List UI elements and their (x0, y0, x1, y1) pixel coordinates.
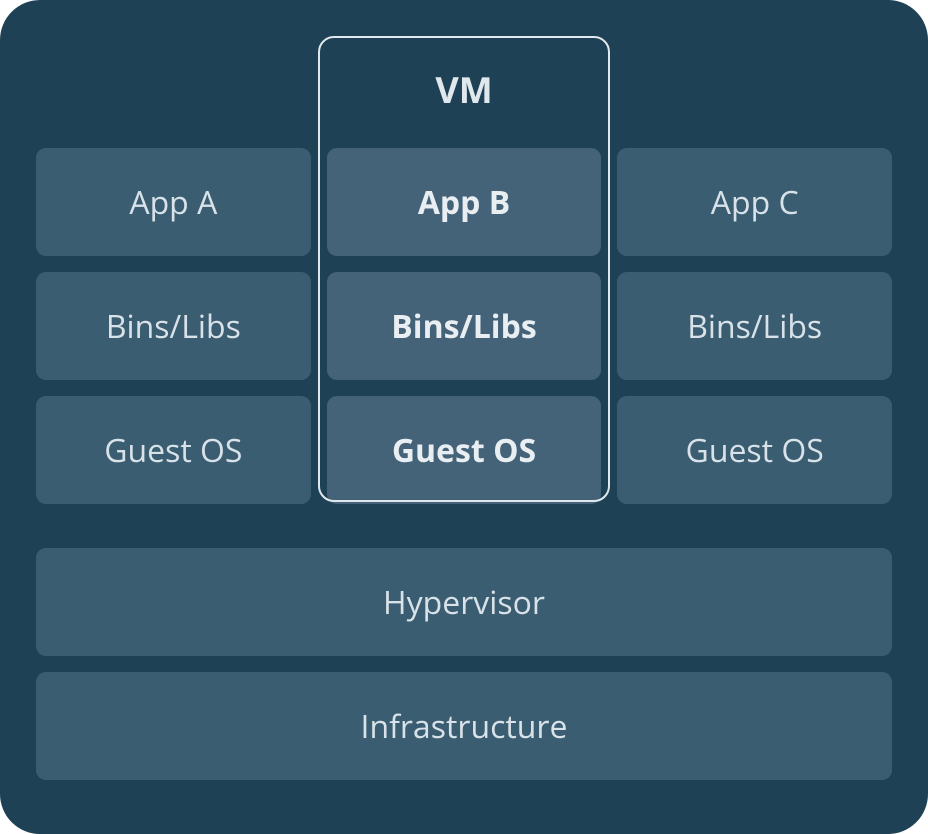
os-a-cell: Guest OS (36, 396, 311, 504)
vm-architecture-diagram: VM App A App B App C Bins/Libs Bins/Libs… (0, 0, 928, 834)
app-a-cell: App A (36, 148, 311, 256)
bins-b-cell: Bins/Libs (327, 272, 602, 380)
hypervisor-cell: Hypervisor (36, 548, 892, 656)
os-b-cell: Guest OS (327, 396, 602, 504)
os-row: Guest OS Guest OS Guest OS (36, 396, 892, 504)
spacer (36, 520, 892, 532)
infrastructure-row: Infrastructure (36, 672, 892, 780)
infrastructure-cell: Infrastructure (36, 672, 892, 780)
bins-a-cell: Bins/Libs (36, 272, 311, 380)
apps-row: App A App B App C (36, 148, 892, 256)
app-c-cell: App C (617, 148, 892, 256)
bins-c-cell: Bins/Libs (617, 272, 892, 380)
os-c-cell: Guest OS (617, 396, 892, 504)
bins-row: Bins/Libs Bins/Libs Bins/Libs (36, 272, 892, 380)
app-b-cell: App B (327, 148, 602, 256)
diagram-grid: App A App B App C Bins/Libs Bins/Libs Bi… (36, 148, 892, 798)
vm-title: VM (318, 36, 610, 142)
hypervisor-row: Hypervisor (36, 548, 892, 656)
